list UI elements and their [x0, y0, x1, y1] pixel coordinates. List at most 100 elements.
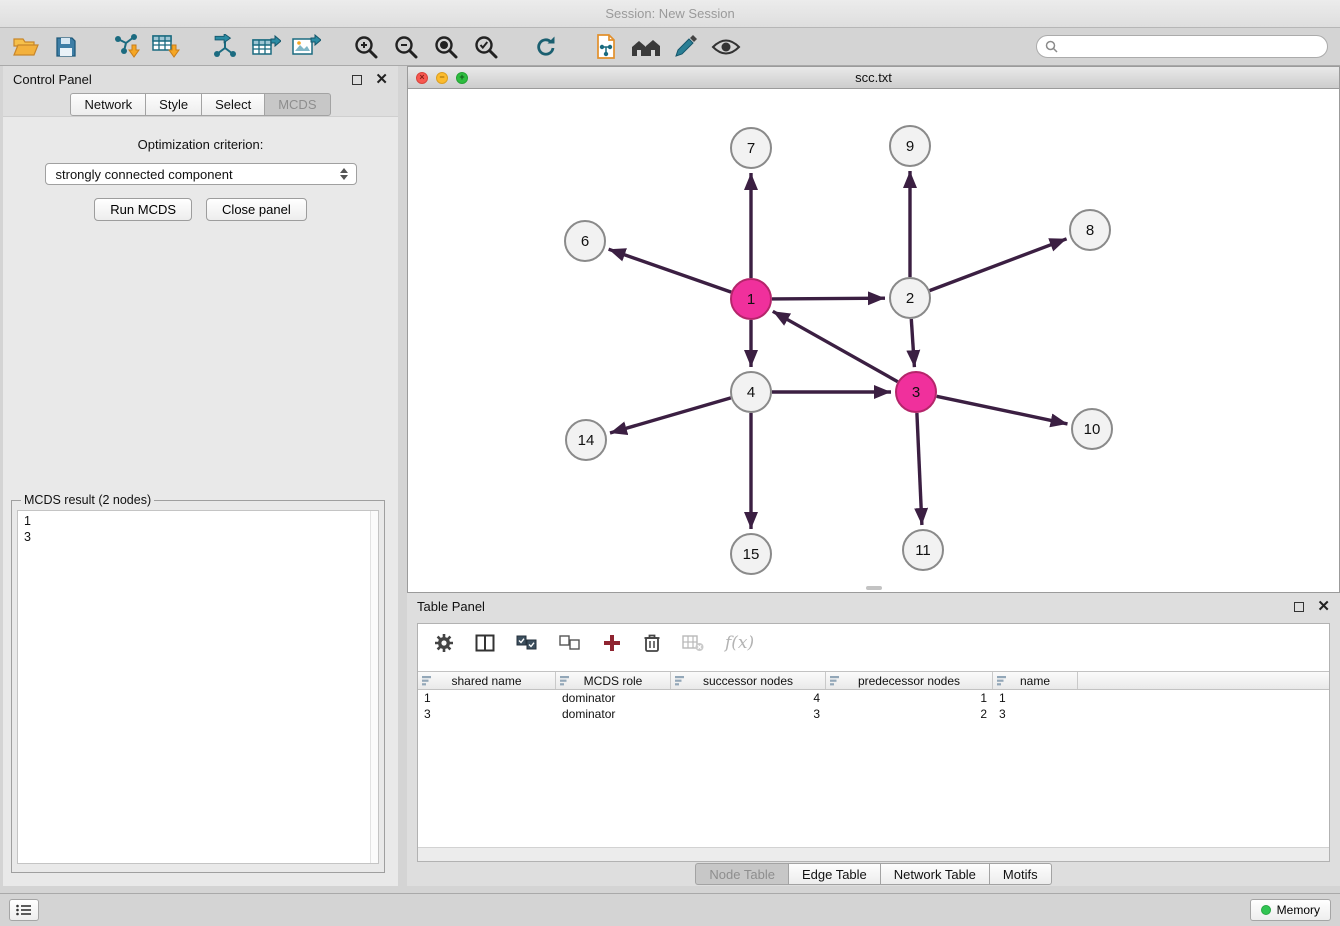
eye-icon	[711, 37, 741, 57]
edge-4-14[interactable]	[610, 398, 731, 433]
edge-1-2[interactable]	[772, 298, 885, 299]
status-bar: Memory	[0, 893, 1340, 926]
node-label: 7	[747, 140, 755, 157]
table-toolbar: f(x)	[418, 624, 1329, 662]
cell: dominator	[556, 706, 671, 722]
node-label: 6	[581, 233, 589, 250]
column-header-successor-nodes[interactable]: successor nodes	[671, 672, 826, 689]
table-row[interactable]: 1dominator411	[418, 690, 1329, 706]
column-header-predecessor-nodes[interactable]: predecessor nodes	[826, 672, 993, 689]
close-table-panel-icon[interactable]: ✕	[1317, 599, 1330, 614]
edge-1-6[interactable]	[609, 249, 732, 292]
tab-network[interactable]: Network	[70, 93, 146, 116]
node-label: 4	[747, 384, 755, 401]
delete-column-button[interactable]	[682, 634, 704, 652]
table-row[interactable]: 3dominator323	[418, 706, 1329, 722]
sort-icon	[422, 676, 432, 686]
folder-open-icon	[12, 35, 40, 59]
maximize-window-button[interactable]: +	[456, 72, 468, 84]
close-panel-button[interactable]: Close panel	[206, 198, 307, 221]
export-table-button[interactable]	[246, 30, 286, 64]
tab-select[interactable]: Select	[201, 93, 265, 116]
node-label: 11	[915, 542, 931, 559]
mcds-result-title: MCDS result (2 nodes)	[21, 493, 154, 507]
search-box[interactable]	[1036, 35, 1328, 58]
mcds-result-list[interactable]: 13	[17, 510, 379, 864]
deselect-all-button[interactable]	[559, 635, 581, 651]
result-scrollbar[interactable]	[370, 511, 378, 863]
edge-3-1[interactable]	[773, 311, 898, 381]
edge-3-11[interactable]	[917, 413, 922, 525]
graphics-details-button[interactable]	[706, 30, 746, 64]
export-network-icon	[211, 34, 241, 60]
float-panel-icon[interactable]	[352, 75, 362, 85]
function-builder-button[interactable]: f(x)	[725, 633, 754, 653]
tab-network-table[interactable]: Network Table	[880, 863, 990, 885]
zoom-out-button[interactable]	[386, 30, 426, 64]
run-mcds-button[interactable]: Run MCDS	[94, 198, 192, 221]
search-icon	[1045, 40, 1058, 53]
network-window-titlebar[interactable]: scc.txt × − +	[408, 67, 1339, 89]
zoom-in-button[interactable]	[346, 30, 386, 64]
style-brush-button[interactable]	[666, 30, 706, 64]
float-table-panel-icon[interactable]	[1294, 602, 1304, 612]
status-menu-button[interactable]	[9, 899, 39, 921]
optimization-select[interactable]: strongly connected component	[45, 163, 357, 185]
checked-boxes-icon	[516, 635, 538, 651]
first-neighbors-button[interactable]	[626, 30, 666, 64]
scrollbar-nub[interactable]	[866, 586, 882, 590]
memory-button[interactable]: Memory	[1250, 899, 1331, 921]
table-settings-button[interactable]	[434, 633, 454, 653]
cell: 4	[671, 690, 826, 706]
table-tabs: Node TableEdge TableNetwork TableMotifs	[407, 863, 1340, 885]
sort-icon	[675, 676, 685, 686]
trash-icon	[643, 633, 661, 653]
tab-edge-table[interactable]: Edge Table	[788, 863, 881, 885]
mcds-result-box: MCDS result (2 nodes) 13	[11, 493, 385, 873]
memory-status-icon	[1261, 905, 1271, 915]
search-input[interactable]	[1064, 40, 1319, 54]
close-window-button[interactable]: ×	[416, 72, 428, 84]
network-graph[interactable]: 7968124314101511	[408, 89, 1339, 593]
network-window-title: scc.txt	[408, 70, 1339, 85]
import-network-button[interactable]	[106, 30, 146, 64]
control-panel-tabs: NetworkStyleSelectMCDS	[3, 93, 398, 116]
tab-motifs[interactable]: Motifs	[989, 863, 1052, 885]
sort-icon	[560, 676, 570, 686]
tab-node-table[interactable]: Node Table	[695, 863, 789, 885]
export-network-button[interactable]	[206, 30, 246, 64]
show-column-button[interactable]	[475, 634, 495, 652]
column-header-MCDS-role[interactable]: MCDS role	[556, 672, 671, 689]
close-panel-icon[interactable]: ✕	[375, 72, 388, 87]
import-table-button[interactable]	[146, 30, 186, 64]
add-row-button[interactable]	[602, 633, 622, 653]
result-line: 3	[24, 529, 372, 545]
table-body: 1dominator4113dominator323	[418, 690, 1329, 722]
import-network-database-button[interactable]	[586, 30, 626, 64]
control-panel-title: Control Panel	[13, 72, 92, 87]
save-session-button[interactable]	[46, 30, 86, 64]
edge-2-3[interactable]	[911, 319, 914, 367]
select-all-button[interactable]	[516, 635, 538, 651]
apply-layout-button[interactable]	[526, 30, 566, 64]
minimize-window-button[interactable]: −	[436, 72, 448, 84]
column-header-name[interactable]: name	[993, 672, 1078, 689]
edge-2-8[interactable]	[930, 239, 1067, 291]
network-canvas[interactable]: 7968124314101511	[408, 89, 1339, 592]
window-titlebar[interactable]: Session: New Session	[0, 0, 1340, 28]
tab-mcds[interactable]: MCDS	[264, 93, 330, 116]
export-image-button[interactable]	[286, 30, 326, 64]
edge-3-10[interactable]	[937, 396, 1068, 424]
refresh-icon	[533, 34, 559, 60]
column-header-shared-name[interactable]: shared name	[418, 672, 556, 689]
table-panel-title: Table Panel	[417, 599, 485, 614]
open-session-button[interactable]	[6, 30, 46, 64]
tab-style[interactable]: Style	[145, 93, 202, 116]
zoom-selected-button[interactable]	[466, 30, 506, 64]
mcds-tab-content: Optimization criterion: strongly connect…	[3, 116, 398, 886]
result-line: 1	[24, 513, 372, 529]
zoom-fit-button[interactable]	[426, 30, 466, 64]
delete-row-button[interactable]	[643, 633, 661, 653]
control-panel: Control Panel ✕ NetworkStyleSelectMCDS O…	[3, 66, 398, 886]
gear-icon	[434, 633, 454, 653]
